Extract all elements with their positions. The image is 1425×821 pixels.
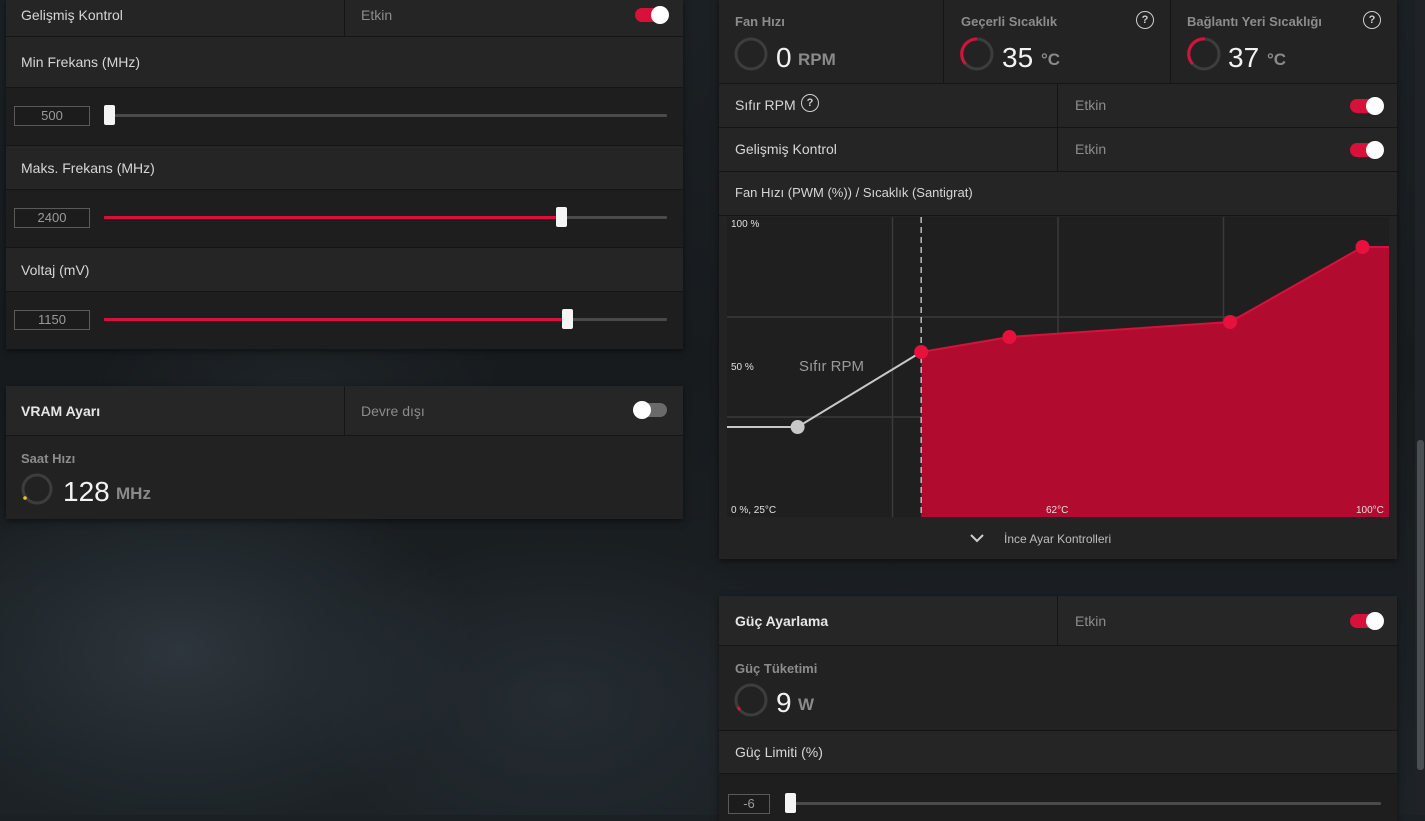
junction-temp-gauge-icon	[1187, 37, 1221, 71]
zero-rpm-point[interactable]	[790, 420, 805, 434]
fan-advanced-row: Gelişmiş Kontrol Etkin	[719, 128, 1397, 172]
power-consumption-unit: W	[798, 695, 815, 714]
power-limit-input[interactable]: -6	[728, 794, 770, 814]
power-toggle[interactable]	[1350, 612, 1384, 630]
power-gauge-icon	[734, 683, 768, 717]
power-title: Güç Ayarlama	[735, 613, 829, 629]
gpu-tuning-panel: Gelişmiş Kontrol Etkin Min Frekans (MHz)…	[6, 0, 683, 349]
chart-origin-label: 0 %, 25°C	[731, 505, 777, 516]
fan-curve-point-2[interactable]	[1223, 315, 1238, 329]
fan-advanced-state: Etkin	[1075, 141, 1107, 157]
voltage-label: Voltaj (mV)	[21, 262, 90, 278]
fine-tune-row[interactable]: İnce Ayar Kontrolleri	[719, 518, 1397, 559]
stat-current-temp-unit: °C	[1041, 50, 1061, 69]
min-freq-label: Min Frekans (MHz)	[21, 54, 141, 70]
fan-curve-area	[921, 247, 1389, 517]
power-consumption-value: 9	[776, 687, 792, 718]
max-freq-slider-row: 2400	[6, 190, 683, 248]
fan-stats-row: Fan Hızı 0 RPM Geçerli Sıcaklık ? 35 °C …	[719, 0, 1397, 84]
chart-y-top-label: 100 %	[731, 219, 760, 230]
fan-curve-point-3[interactable]	[1355, 240, 1370, 254]
power-limit-header: Güç Limiti (%)	[719, 731, 1397, 774]
stat-fan-speed-label: Fan Hızı	[735, 14, 785, 29]
zero-rpm-help-icon[interactable]: ?	[801, 94, 819, 112]
max-freq-slider[interactable]	[104, 207, 667, 227]
zero-rpm-label: Sıfır RPM	[735, 97, 796, 113]
power-state: Etkin	[1075, 613, 1107, 629]
fan-speed-gauge-icon	[734, 37, 768, 71]
power-limit-slider-row: -6	[719, 774, 1397, 821]
stat-junction-temp-unit: °C	[1267, 50, 1287, 69]
stat-current-temp-value: 35	[1002, 42, 1034, 73]
stat-fan-speed: Fan Hızı 0 RPM	[719, 0, 943, 83]
stat-junction-temp-value: 37	[1228, 42, 1260, 73]
advanced-control-row: Gelişmiş Kontrol Etkin	[6, 0, 683, 37]
max-freq-fill	[104, 216, 562, 219]
fan-advanced-label: Gelişmiş Kontrol	[735, 141, 837, 157]
max-freq-label: Maks. Frekans (MHz)	[21, 160, 155, 176]
vram-title: VRAM Ayarı	[21, 403, 101, 419]
power-consumption-label: Güç Tüketimi	[735, 661, 818, 676]
vram-clock-value: 128	[63, 476, 110, 507]
min-freq-header: Min Frekans (MHz)	[6, 37, 683, 88]
advanced-control-label: Gelişmiş Kontrol	[21, 7, 123, 23]
power-limit-label: Güç Limiti (%)	[735, 744, 823, 760]
advanced-control-state: Etkin	[361, 7, 393, 23]
vram-clock-row: Saat Hızı 128 MHz	[6, 436, 683, 519]
vram-panel: VRAM Ayarı Devre dışı Saat Hızı 128 MHz	[6, 386, 683, 519]
fine-tune-label: İnce Ayar Kontrolleri	[1004, 532, 1112, 546]
fan-curve-title: Fan Hızı (PWM (%)) / Sıcaklık (Santigrat…	[735, 185, 973, 200]
current-temp-gauge-icon	[960, 37, 994, 71]
max-freq-thumb[interactable]	[555, 207, 567, 227]
vram-clock-gauge-icon	[21, 473, 53, 505]
stat-current-temp: Geçerli Sıcaklık ? 35 °C	[944, 0, 1170, 83]
chart-x-end-label: 100°C	[1356, 505, 1384, 516]
power-consumption-row: Güç Tüketimi 9 W	[719, 646, 1397, 731]
fan-curve-chart[interactable]: 100 % 50 % 0 %, 25°C 62°C 100°C Sıfır RP…	[727, 217, 1389, 517]
voltage-slider-row: 1150	[6, 292, 683, 349]
stat-current-temp-label: Geçerli Sıcaklık	[961, 14, 1058, 29]
vram-toggle[interactable]	[633, 401, 667, 419]
power-limit-slider[interactable]	[785, 793, 1381, 813]
min-freq-slider-row: 500	[6, 88, 683, 146]
power-limit-thumb[interactable]	[785, 793, 796, 813]
chevron-down-icon	[970, 534, 984, 543]
vram-state: Devre dışı	[361, 403, 425, 419]
power-tuning-panel: Güç Ayarlama Etkin Güç Tüketimi 9 W Güç …	[719, 596, 1397, 821]
min-freq-slider[interactable]	[104, 105, 667, 125]
voltage-thumb[interactable]	[562, 309, 574, 329]
vram-clock-label: Saat Hızı	[21, 451, 76, 466]
fan-advanced-toggle[interactable]	[1350, 141, 1384, 159]
fan-curve-title-row: Fan Hızı (PWM (%)) / Sıcaklık (Santigrat…	[719, 172, 1397, 216]
stat-junction-temp: Bağlantı Yeri Sıcaklığı ? 37 °C	[1171, 0, 1397, 83]
fan-curve-point-1[interactable]	[1002, 330, 1017, 344]
voltage-header: Voltaj (mV)	[6, 248, 683, 292]
stat-junction-temp-label: Bağlantı Yeri Sıcaklığı	[1187, 14, 1322, 29]
page-scrollbar-thumb[interactable]	[1417, 440, 1424, 770]
zero-rpm-row: Sıfır RPM ? Etkin	[719, 84, 1397, 128]
page-scrollbar[interactable]	[1415, 0, 1425, 815]
chart-x-mid-label: 62°C	[1046, 505, 1069, 516]
voltage-slider[interactable]	[104, 309, 667, 329]
chart-zero-rpm-annotation: Sıfır RPM	[799, 358, 865, 375]
max-freq-header: Maks. Frekans (MHz)	[6, 146, 683, 190]
stat-fan-speed-unit: RPM	[798, 50, 836, 69]
chart-y-mid-label: 50 %	[731, 362, 754, 373]
junction-temp-help-icon[interactable]: ?	[1363, 11, 1381, 29]
min-freq-thumb[interactable]	[104, 105, 115, 125]
vram-header-row: VRAM Ayarı Devre dışı	[6, 386, 683, 436]
zero-rpm-toggle[interactable]	[1350, 97, 1384, 115]
voltage-input[interactable]: 1150	[14, 310, 90, 330]
fan-curve-point-0[interactable]	[914, 345, 929, 359]
current-temp-help-icon[interactable]: ?	[1136, 11, 1154, 29]
advanced-control-toggle[interactable]	[635, 6, 669, 24]
power-header-row: Güç Ayarlama Etkin	[719, 596, 1397, 646]
vram-clock-unit: MHz	[116, 484, 151, 503]
zero-rpm-state: Etkin	[1075, 97, 1107, 113]
fan-tuning-panel: Fan Hızı 0 RPM Geçerli Sıcaklık ? 35 °C …	[719, 0, 1397, 559]
min-freq-input[interactable]: 500	[14, 106, 90, 126]
stat-fan-speed-value: 0	[776, 42, 792, 73]
max-freq-input[interactable]: 2400	[14, 208, 90, 228]
voltage-fill	[104, 318, 568, 321]
